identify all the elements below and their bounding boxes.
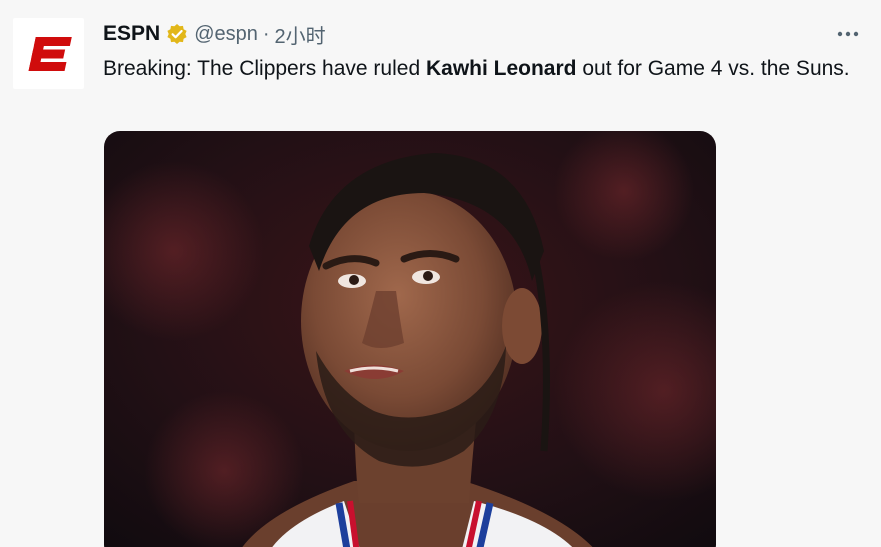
tweet-text: Breaking: The Clippers have ruled Kawhi … — [103, 54, 863, 84]
header-separator: · — [262, 22, 270, 45]
more-horizontal-icon — [837, 31, 859, 37]
author-avatar[interactable] — [13, 18, 84, 89]
author-handle[interactable]: @espn — [194, 23, 258, 46]
author-name[interactable]: ESPN — [103, 22, 160, 46]
tweet-header: ESPN @espn · 2小时 — [103, 20, 326, 48]
tweet-text-part: out for Game 4 vs. the Suns. — [576, 57, 850, 80]
tweet-media-image[interactable] — [104, 131, 716, 547]
tweet-text-part: Breaking: The Clippers have ruled — [103, 57, 426, 80]
espn-logo-icon — [28, 36, 72, 71]
player-photo — [104, 131, 716, 547]
tweet-card[interactable]: ESPN @espn · 2小时 Breaking: The Clippers … — [0, 0, 881, 547]
tweet-timestamp[interactable]: 2小时 — [275, 20, 326, 49]
more-options-button[interactable] — [834, 20, 862, 48]
tweet-text-mention: Kawhi Leonard — [425, 57, 577, 80]
verified-badge-icon[interactable] — [166, 23, 188, 45]
